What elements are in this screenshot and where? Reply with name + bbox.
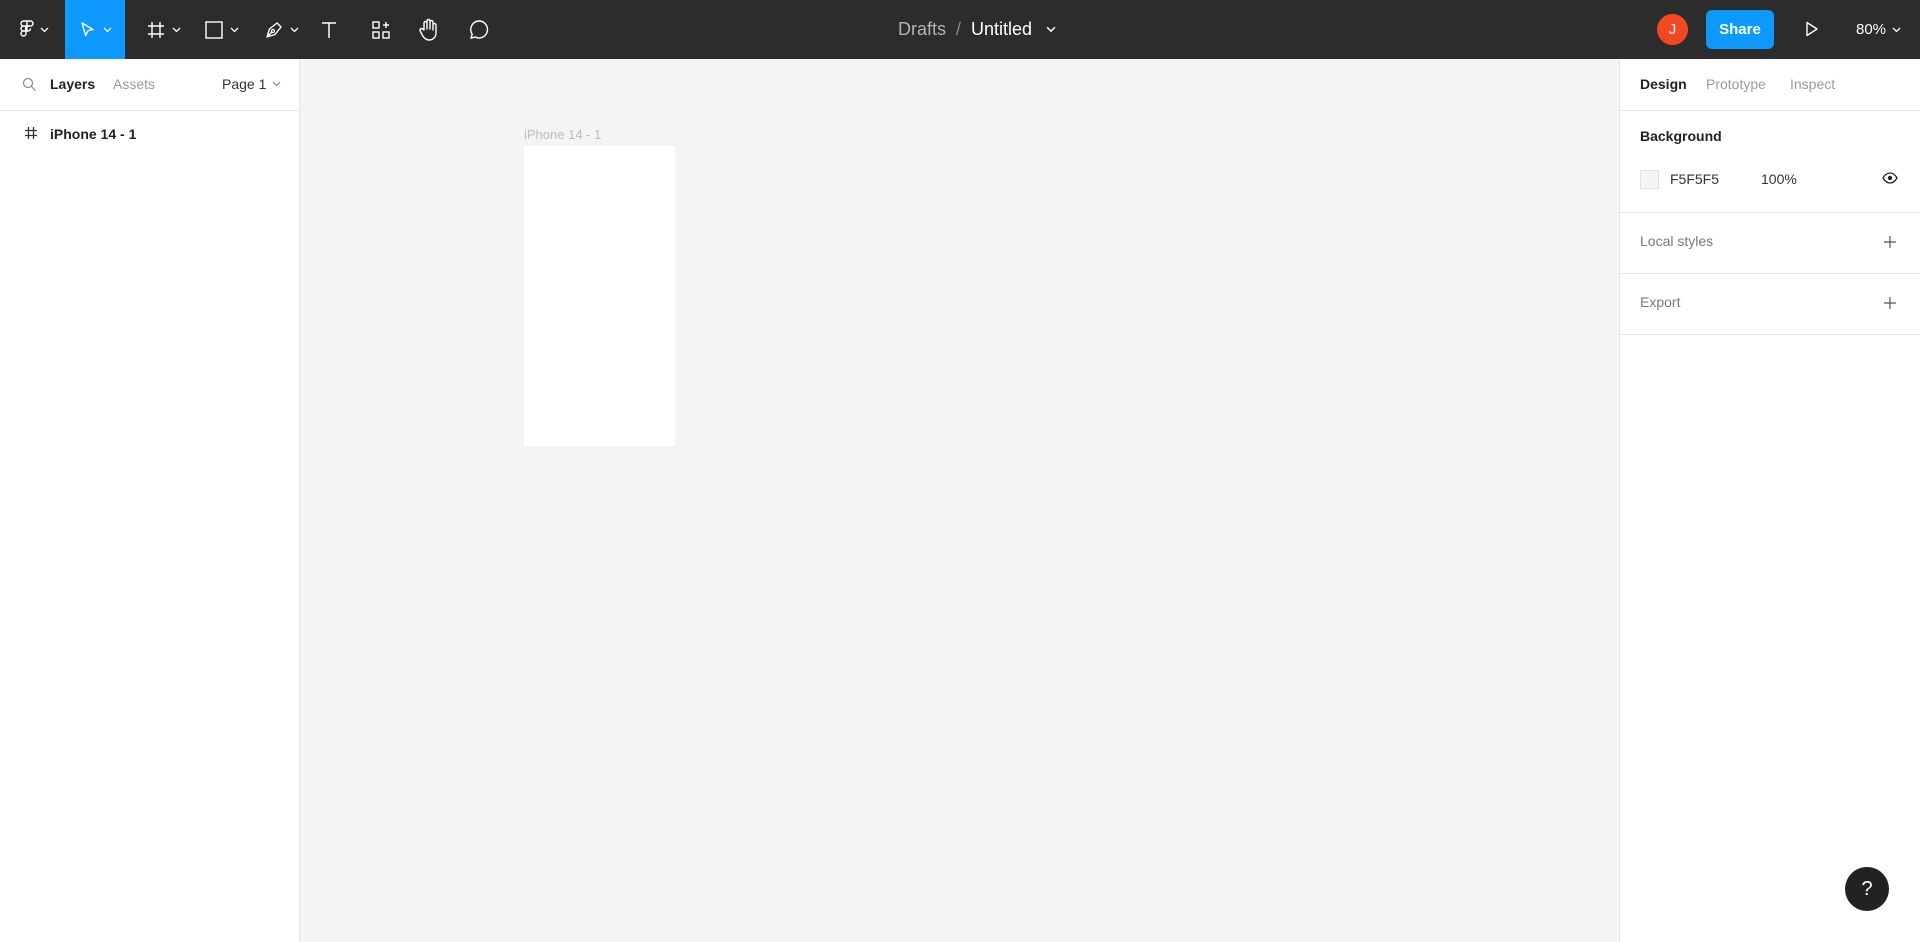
hand-icon xyxy=(419,18,437,41)
plus-icon[interactable] xyxy=(1883,235,1897,249)
frame-label[interactable]: iPhone 14 - 1 xyxy=(524,127,601,142)
shape-tool-button[interactable] xyxy=(198,0,244,59)
file-title[interactable]: Drafts / Untitled xyxy=(898,0,1056,59)
local-styles-section: Local styles xyxy=(1620,213,1920,274)
page-selector[interactable]: Page 1 xyxy=(222,76,281,92)
pen-tool-button[interactable] xyxy=(258,0,304,59)
page-name: Page 1 xyxy=(222,76,267,92)
left-panel-tabs: Layers Assets Page 1 xyxy=(0,59,299,111)
text-icon xyxy=(322,21,336,38)
export-section: Export xyxy=(1620,274,1920,335)
hand-tool-button[interactable] xyxy=(416,0,442,59)
chevron-down-icon xyxy=(290,27,298,32)
share-button[interactable]: Share xyxy=(1706,10,1774,49)
layer-name: iPhone 14 - 1 xyxy=(50,126,137,142)
zoom-dropdown[interactable]: 80% xyxy=(1856,0,1901,59)
properties-panel: Design Prototype Inspect Background F5F5… xyxy=(1619,59,1920,942)
background-color-swatch[interactable] xyxy=(1640,170,1659,189)
tab-design[interactable]: Design xyxy=(1640,76,1687,92)
chevron-down-icon xyxy=(272,81,281,87)
document-title[interactable]: Untitled xyxy=(971,19,1032,40)
cursor-icon xyxy=(80,21,94,36)
comment-icon xyxy=(470,19,489,39)
plus-icon[interactable] xyxy=(1883,296,1897,310)
chevron-down-icon[interactable] xyxy=(1046,26,1056,33)
right-panel-tabs: Design Prototype Inspect xyxy=(1620,59,1920,111)
frame-icon xyxy=(25,127,37,139)
pen-icon xyxy=(265,21,282,38)
background-opacity-input[interactable]: 100% xyxy=(1761,171,1797,187)
figma-logo-icon xyxy=(19,19,34,37)
tab-inspect[interactable]: Inspect xyxy=(1790,76,1835,92)
resources-icon xyxy=(372,20,390,39)
main-menu-button[interactable] xyxy=(14,0,54,59)
help-button[interactable]: ? xyxy=(1845,867,1889,911)
export-heading: Export xyxy=(1640,294,1681,310)
background-hex-input[interactable]: F5F5F5 xyxy=(1670,171,1719,187)
tab-prototype[interactable]: Prototype xyxy=(1706,76,1766,92)
breadcrumb-separator: / xyxy=(956,19,962,39)
comment-tool-button[interactable] xyxy=(466,0,492,59)
play-icon xyxy=(1806,21,1818,37)
background-section: Background F5F5F5 100% xyxy=(1620,111,1920,213)
background-heading: Background xyxy=(1640,128,1722,144)
chevron-down-icon xyxy=(172,27,180,32)
zoom-level: 80% xyxy=(1856,21,1887,38)
move-tool-button[interactable] xyxy=(65,0,125,59)
text-tool-button[interactable] xyxy=(316,0,342,59)
rectangle-icon xyxy=(204,20,223,39)
layers-panel: Layers Assets Page 1 iPhone 14 - 1 xyxy=(0,59,300,942)
layer-row[interactable]: iPhone 14 - 1 xyxy=(0,119,299,149)
toolbar: Drafts / Untitled J Share 80% xyxy=(0,0,1920,59)
tab-assets[interactable]: Assets xyxy=(113,76,155,92)
search-icon[interactable] xyxy=(22,77,37,92)
frame-icon xyxy=(147,21,164,38)
frame-tool-button[interactable] xyxy=(140,0,186,59)
eye-icon[interactable] xyxy=(1882,172,1898,184)
present-button[interactable] xyxy=(1800,17,1824,41)
tab-layers[interactable]: Layers xyxy=(50,76,95,92)
breadcrumb-drafts[interactable]: Drafts xyxy=(898,19,946,40)
resources-button[interactable] xyxy=(368,0,394,59)
chevron-down-icon xyxy=(103,27,111,32)
chevron-down-icon xyxy=(1892,27,1901,32)
canvas-frame[interactable] xyxy=(524,146,675,446)
local-styles-heading: Local styles xyxy=(1640,233,1714,249)
chevron-down-icon xyxy=(40,27,48,32)
user-avatar[interactable]: J xyxy=(1657,14,1688,45)
chevron-down-icon xyxy=(230,27,238,32)
